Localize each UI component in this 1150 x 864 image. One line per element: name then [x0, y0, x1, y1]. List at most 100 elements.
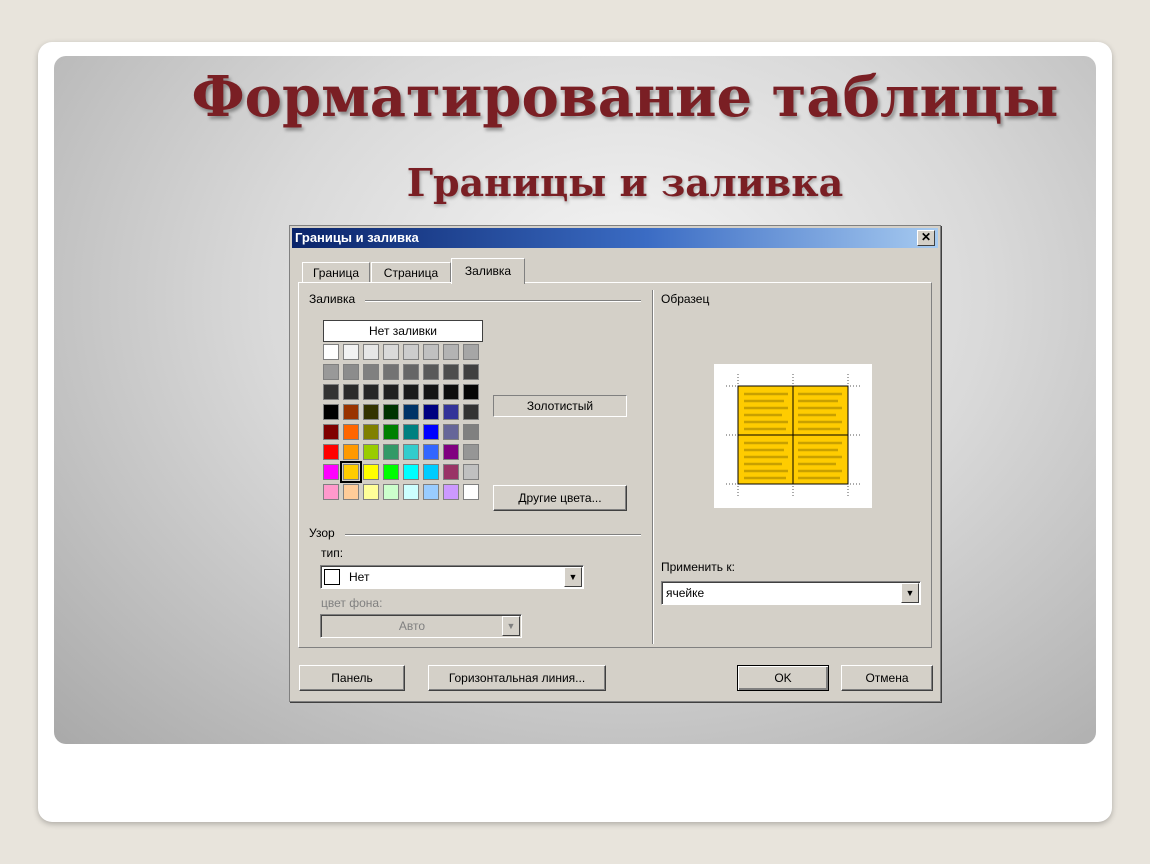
tab-border[interactable]: Граница — [302, 262, 370, 283]
slide-title: Форматирование таблицы — [191, 64, 1059, 130]
chevron-down-icon[interactable]: ▼ — [502, 616, 520, 636]
color-swatch[interactable] — [343, 344, 359, 360]
color-swatch[interactable] — [343, 424, 359, 440]
color-swatch[interactable] — [463, 484, 479, 500]
close-icon: ✕ — [920, 230, 932, 244]
color-swatch[interactable] — [403, 444, 419, 460]
color-swatch[interactable] — [443, 344, 459, 360]
pattern-type-value: Нет — [349, 570, 370, 584]
color-swatch[interactable] — [423, 464, 439, 480]
color-swatch[interactable] — [403, 464, 419, 480]
color-swatch[interactable] — [403, 484, 419, 500]
color-swatch[interactable] — [383, 424, 399, 440]
color-swatch[interactable] — [323, 384, 339, 400]
borders-and-shading-dialog: Границы и заливка ✕ Граница Страница Зал… — [289, 225, 941, 702]
tab-label: Страница — [383, 266, 439, 280]
preview-group-label: Образец — [661, 292, 710, 306]
color-swatch[interactable] — [443, 364, 459, 380]
color-swatch[interactable] — [423, 344, 439, 360]
more-colors-button[interactable]: Другие цвета... — [493, 485, 627, 511]
background-color-label: цвет фона: — [321, 596, 383, 610]
apply-to-select[interactable]: ячейке ▼ — [661, 581, 921, 605]
section-divider — [652, 290, 654, 644]
table-preview-image — [726, 374, 860, 496]
pattern-group-divider — [345, 534, 641, 536]
color-swatch[interactable] — [363, 464, 379, 480]
apply-to-value: ячейке — [666, 586, 705, 600]
color-swatch[interactable] — [383, 484, 399, 500]
close-button[interactable]: ✕ — [917, 230, 935, 246]
color-swatch[interactable] — [343, 444, 359, 460]
color-swatch[interactable] — [423, 364, 439, 380]
pattern-type-select[interactable]: Нет ▼ — [320, 565, 584, 589]
color-swatch[interactable] — [463, 404, 479, 420]
color-swatch[interactable] — [343, 404, 359, 420]
color-swatch[interactable] — [423, 384, 439, 400]
ok-button[interactable]: OK — [737, 665, 829, 691]
color-swatch[interactable] — [363, 384, 379, 400]
color-swatch[interactable] — [383, 364, 399, 380]
color-swatch[interactable] — [443, 464, 459, 480]
color-swatch[interactable] — [383, 344, 399, 360]
color-swatch[interactable] — [443, 404, 459, 420]
color-swatch[interactable] — [463, 464, 479, 480]
color-swatch[interactable] — [363, 404, 379, 420]
cancel-button[interactable]: Отмена — [841, 665, 933, 691]
color-swatch[interactable] — [403, 384, 419, 400]
color-swatch[interactable] — [383, 464, 399, 480]
no-fill-button[interactable]: Нет заливки — [323, 320, 483, 342]
color-swatch[interactable] — [340, 461, 362, 483]
color-swatch[interactable] — [423, 444, 439, 460]
color-swatch[interactable] — [343, 384, 359, 400]
chevron-down-icon[interactable]: ▼ — [564, 567, 582, 587]
dialog-title: Границы и заливка — [295, 230, 419, 245]
pattern-group-label: Узор — [309, 526, 335, 540]
color-swatch[interactable] — [323, 424, 339, 440]
chevron-down-icon[interactable]: ▼ — [901, 583, 919, 603]
color-swatch[interactable] — [363, 444, 379, 460]
color-swatch[interactable] — [363, 424, 379, 440]
color-swatch[interactable] — [463, 444, 479, 460]
tab-page[interactable]: Страница — [371, 262, 451, 283]
color-swatch[interactable] — [363, 364, 379, 380]
color-swatch[interactable] — [423, 424, 439, 440]
horizontal-line-button[interactable]: Горизонтальная линия... — [428, 665, 606, 691]
color-swatch[interactable] — [443, 484, 459, 500]
color-swatch[interactable] — [403, 404, 419, 420]
pattern-type-label: тип: — [321, 546, 344, 560]
apply-to-label: Применить к: — [661, 560, 735, 574]
color-swatch[interactable] — [323, 344, 339, 360]
color-swatch[interactable] — [343, 364, 359, 380]
color-swatch[interactable] — [383, 384, 399, 400]
color-swatch[interactable] — [403, 364, 419, 380]
color-swatch[interactable] — [403, 424, 419, 440]
color-swatch[interactable] — [323, 404, 339, 420]
tab-shading[interactable]: Заливка — [451, 258, 525, 284]
color-swatch[interactable] — [323, 444, 339, 460]
color-swatch[interactable] — [443, 444, 459, 460]
panel-button[interactable]: Панель — [299, 665, 405, 691]
color-swatch[interactable] — [443, 424, 459, 440]
color-swatch[interactable] — [463, 424, 479, 440]
tab-label: Граница — [312, 266, 360, 280]
color-swatch[interactable] — [323, 464, 339, 480]
color-swatch[interactable] — [323, 484, 339, 500]
color-swatch[interactable] — [443, 384, 459, 400]
color-swatch[interactable] — [423, 404, 439, 420]
background-color-value: Авто — [398, 619, 426, 633]
color-swatch[interactable] — [383, 444, 399, 460]
color-swatch[interactable] — [343, 484, 359, 500]
background-color-select[interactable]: Авто ▼ — [320, 614, 522, 638]
color-swatch[interactable] — [463, 344, 479, 360]
preview-sample[interactable] — [714, 364, 872, 508]
color-swatch[interactable] — [363, 344, 379, 360]
color-swatch[interactable] — [463, 384, 479, 400]
color-swatch[interactable] — [383, 404, 399, 420]
color-swatch[interactable] — [463, 364, 479, 380]
color-swatch[interactable] — [423, 484, 439, 500]
dialog-titlebar[interactable]: Границы и заливка ✕ — [292, 228, 938, 248]
fill-group-divider — [365, 300, 641, 302]
color-swatch[interactable] — [363, 484, 379, 500]
color-swatch[interactable] — [323, 364, 339, 380]
color-swatch[interactable] — [403, 344, 419, 360]
